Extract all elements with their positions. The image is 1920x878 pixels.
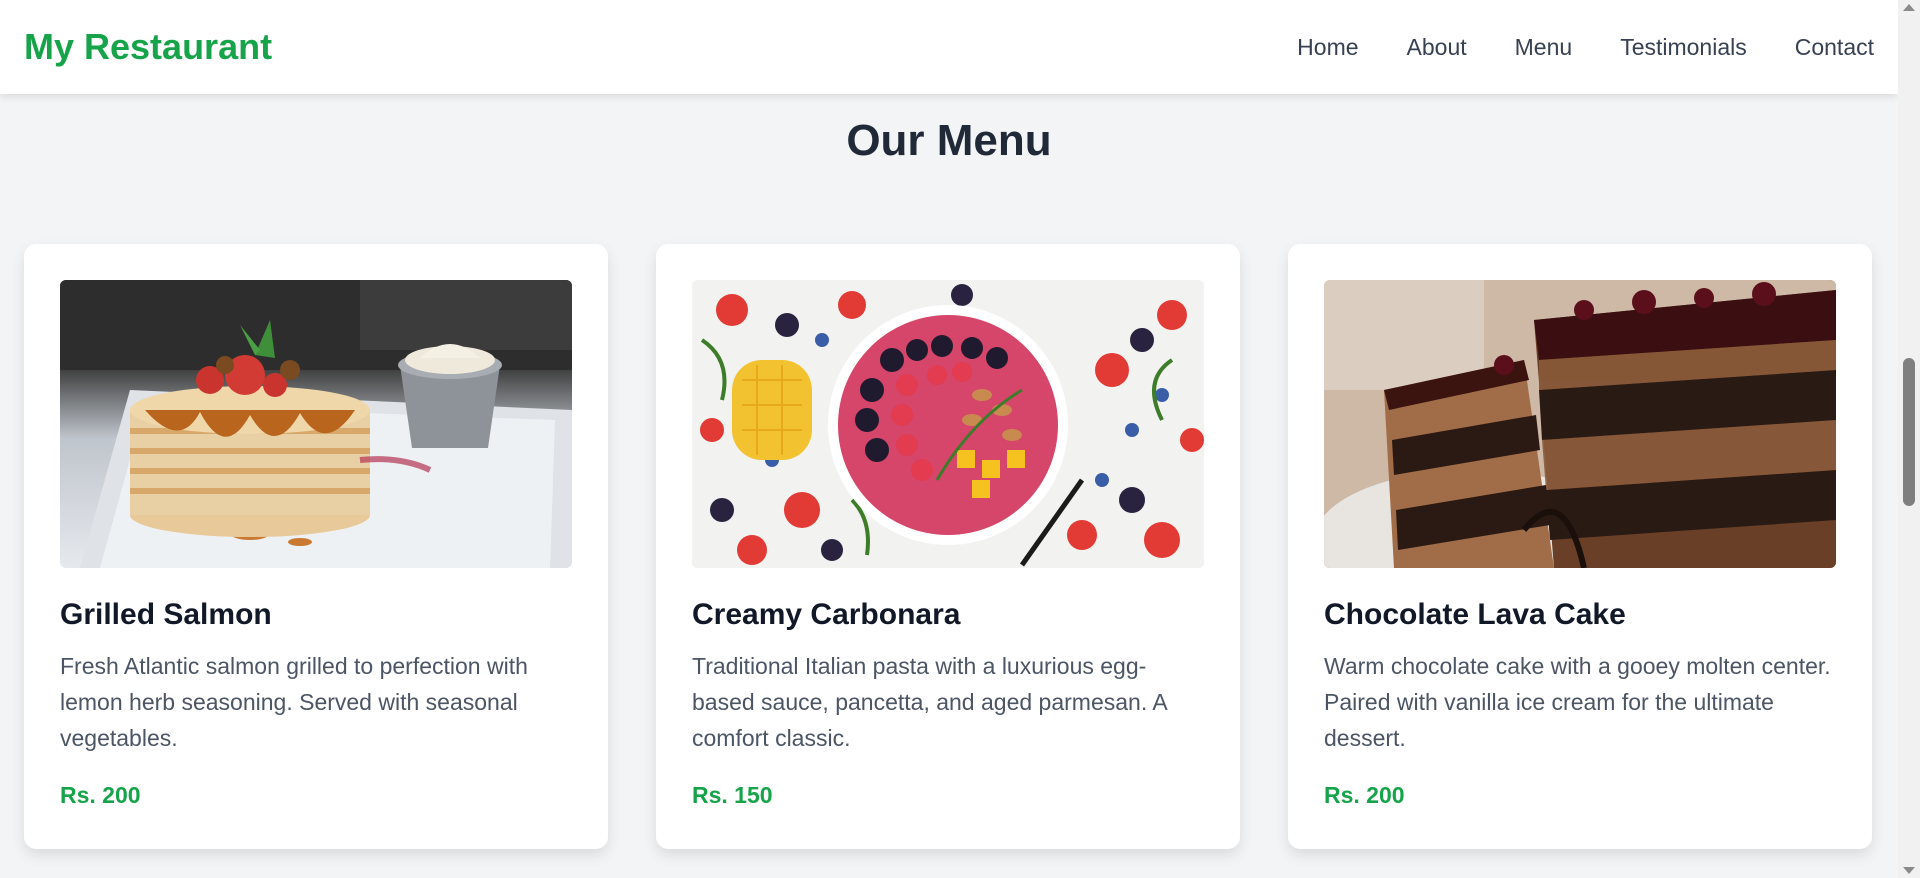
menu-item-name: Chocolate Lava Cake xyxy=(1324,598,1626,631)
pancakes-photo xyxy=(60,280,572,568)
menu-item-description: Warm chocolate cake with a gooey molten … xyxy=(1324,653,1831,751)
site-header: My Restaurant Home About Menu Testimonia… xyxy=(0,0,1898,94)
nav-link-menu[interactable]: Menu xyxy=(1515,34,1573,61)
nav-link-contact[interactable]: Contact xyxy=(1795,34,1874,61)
menu-item-price: Rs. 200 xyxy=(60,782,141,808)
menu-cards: Grilled Salmon Fresh Atlantic salmon gri… xyxy=(24,244,1872,849)
menu-item-name: Creamy Carbonara xyxy=(692,598,961,631)
scroll-down-arrow-icon[interactable] xyxy=(1903,867,1915,874)
vertical-scrollbar[interactable] xyxy=(1898,0,1920,878)
menu-card: Chocolate Lava Cake Warm chocolate cake … xyxy=(1288,244,1872,849)
section-title: Our Menu xyxy=(846,116,1052,165)
chocolate-cake-illustration xyxy=(1324,280,1836,568)
brand-logo[interactable]: My Restaurant xyxy=(24,0,272,94)
chocolate-cake-photo xyxy=(1324,280,1836,568)
nav-link-home[interactable]: Home xyxy=(1297,34,1358,61)
nav-link-testimonials[interactable]: Testimonials xyxy=(1620,34,1747,61)
menu-item-price: Rs. 150 xyxy=(692,782,773,808)
pancakes-illustration xyxy=(60,280,572,568)
scroll-thumb[interactable] xyxy=(1903,358,1915,506)
scroll-up-arrow-icon[interactable] xyxy=(1903,4,1915,11)
page: My Restaurant Home About Menu Testimonia… xyxy=(0,0,1898,878)
menu-item-name: Grilled Salmon xyxy=(60,598,272,631)
menu-card: Creamy Carbonara Traditional Italian pas… xyxy=(656,244,1240,849)
menu-item-price: Rs. 200 xyxy=(1324,782,1405,808)
menu-item-description: Fresh Atlantic salmon grilled to perfect… xyxy=(60,653,528,751)
main-nav: Home About Menu Testimonials Contact xyxy=(1297,0,1874,94)
smoothie-bowl-illustration xyxy=(692,280,1204,568)
menu-item-description: Traditional Italian pasta with a luxurio… xyxy=(692,653,1167,751)
smoothie-bowl-photo xyxy=(692,280,1204,568)
nav-link-about[interactable]: About xyxy=(1407,34,1467,61)
menu-card: Grilled Salmon Fresh Atlantic salmon gri… xyxy=(24,244,608,849)
